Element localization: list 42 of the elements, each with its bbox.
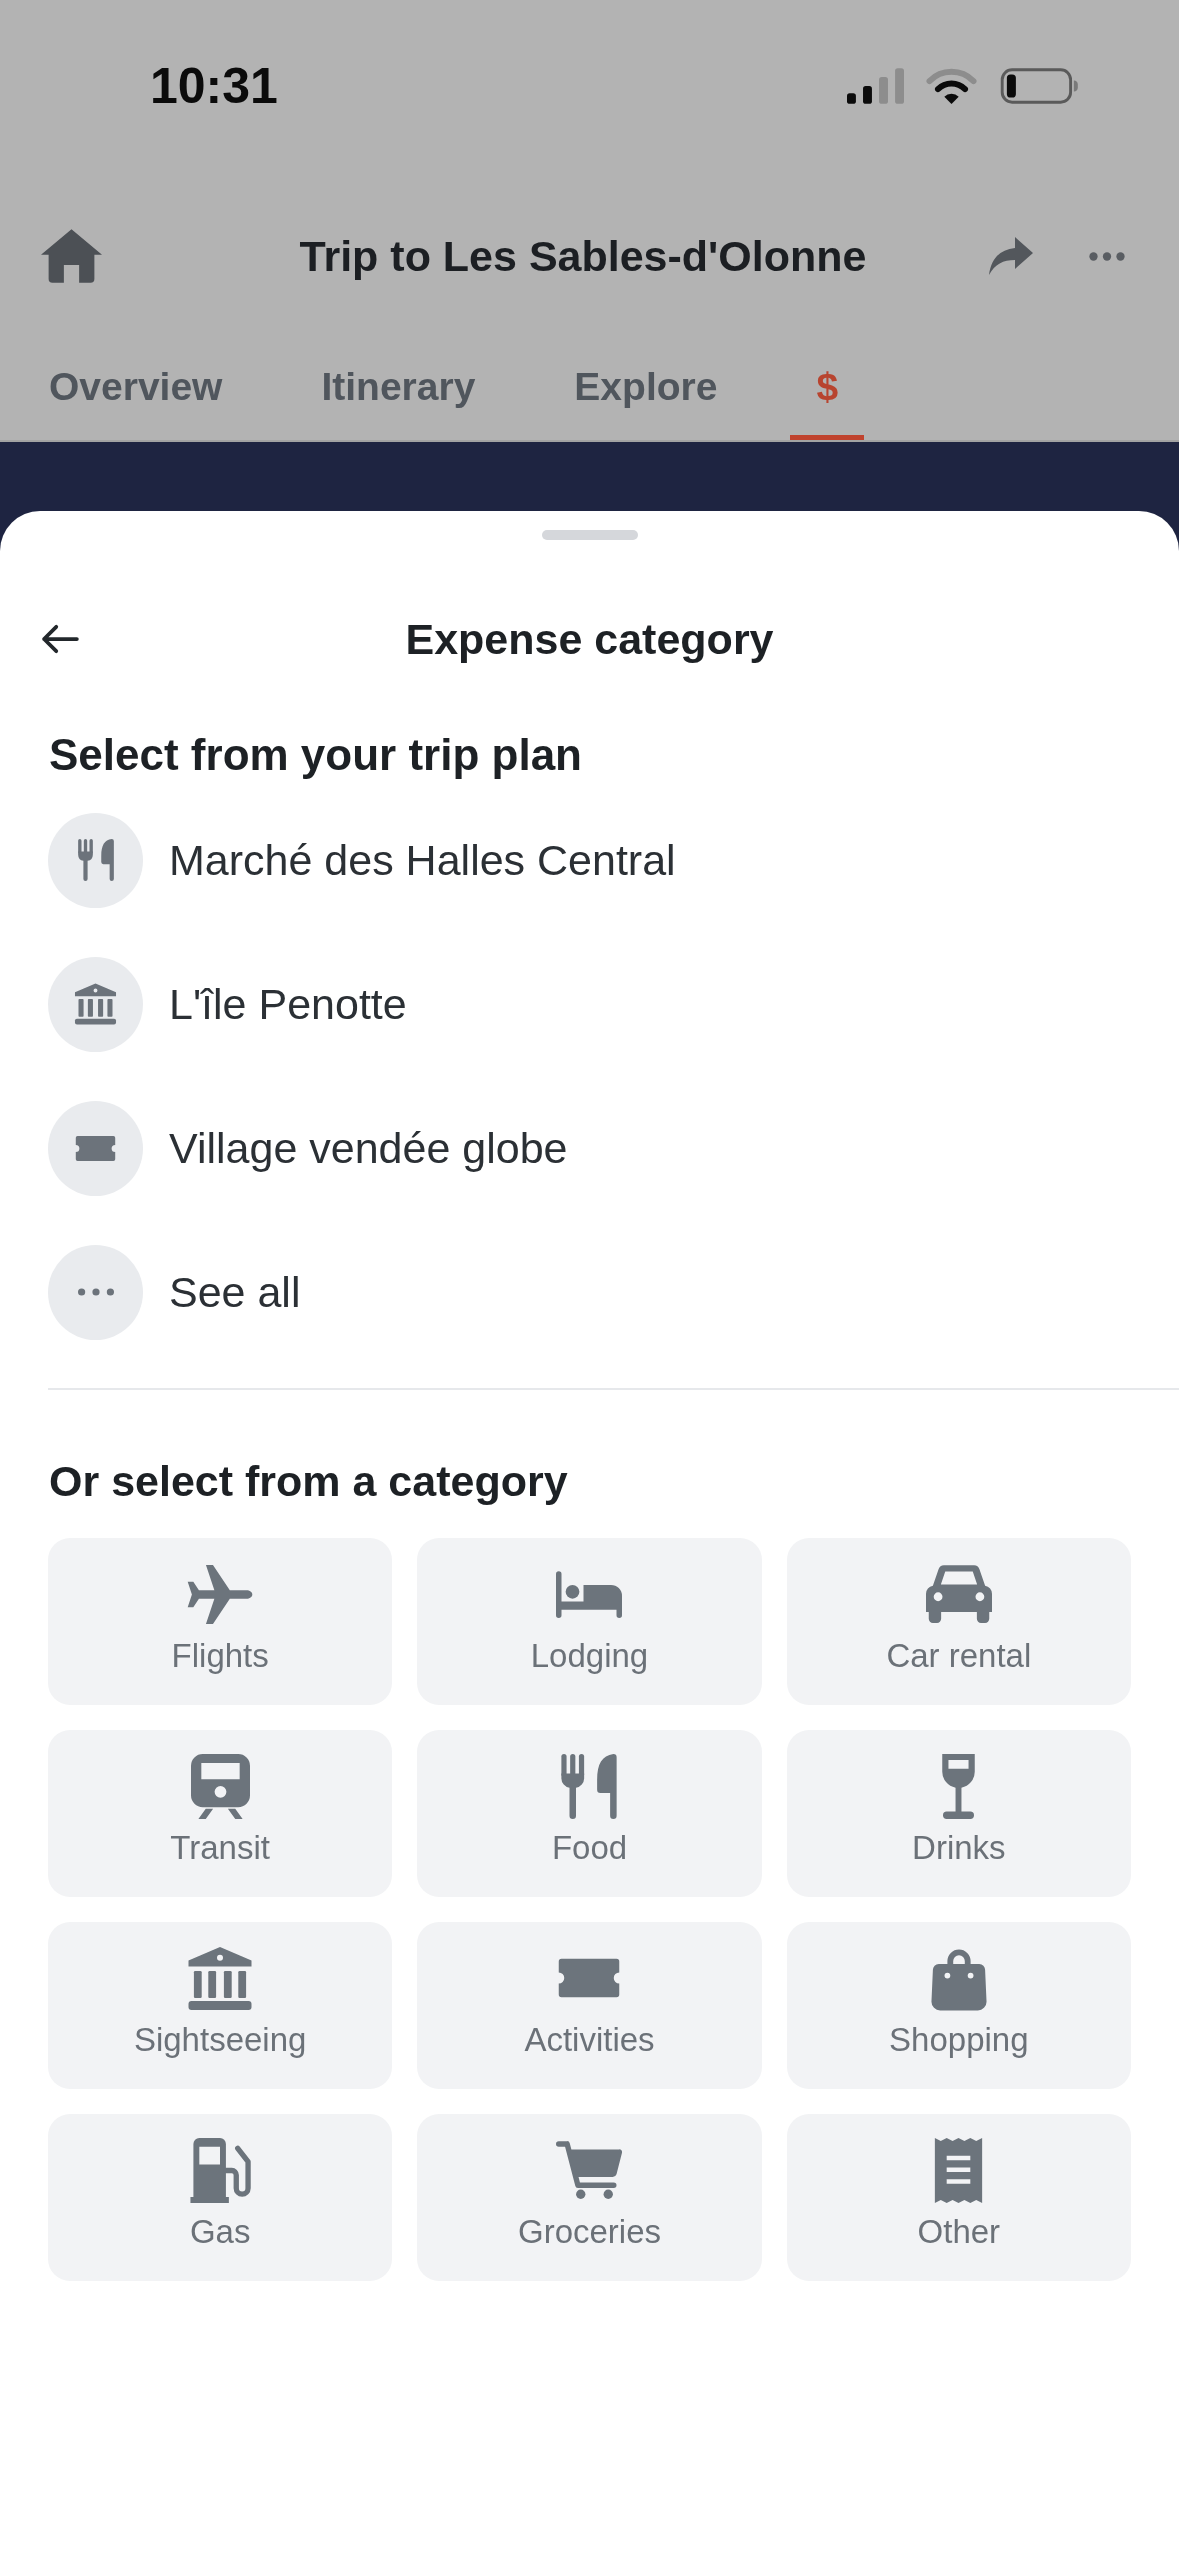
category-tile[interactable]: Sightseeing	[48, 1922, 393, 2089]
category-tile[interactable]: Lodging	[417, 1538, 762, 1705]
sheet-title: Expense category	[405, 614, 774, 665]
trip-plan-item[interactable]: Marché des Halles Central	[48, 788, 676, 932]
more-icon[interactable]	[1089, 251, 1125, 261]
section-heading: Or select from a category	[49, 1456, 568, 1507]
fork-knife-icon	[560, 1753, 619, 1819]
drag-handle[interactable]	[541, 530, 638, 540]
category-tile[interactable]: Transit	[48, 1730, 393, 1897]
battery-icon	[999, 68, 1081, 104]
fuel-pump-icon	[187, 2137, 254, 2203]
receipt-icon	[934, 2137, 984, 2203]
train-icon	[190, 1753, 250, 1819]
trip-plan-item[interactable]: See all	[48, 1220, 301, 1364]
category-tile[interactable]: Gas	[48, 2114, 393, 2281]
category-tile[interactable]: Car rental	[786, 1538, 1131, 1705]
section-heading: Select from your trip plan	[49, 729, 582, 781]
wine-glass-icon	[940, 1753, 978, 1819]
category-tile[interactable]: Shopping	[786, 1922, 1131, 2089]
category-tile[interactable]: Food	[417, 1730, 762, 1897]
shopping-cart-icon	[556, 2141, 623, 2199]
home-icon[interactable]	[41, 229, 102, 283]
category-tile[interactable]: Other	[786, 2114, 1131, 2281]
category-tile[interactable]: Drinks	[786, 1730, 1131, 1897]
status-time: 10:31	[150, 61, 278, 111]
columned-building-icon	[187, 1945, 254, 2011]
tab[interactable]: Explore	[548, 340, 744, 440]
back-arrow-icon[interactable]	[41, 624, 79, 654]
trip-plan-item[interactable]: L'île Penotte	[48, 932, 407, 1076]
category-tile[interactable]: Activities	[417, 1922, 762, 2089]
trip-plan-item[interactable]: Village vendée globe	[48, 1076, 568, 1220]
car-icon	[925, 1565, 992, 1623]
wifi-icon	[926, 68, 977, 104]
category-tile[interactable]: Flights	[48, 1538, 393, 1705]
tab[interactable]: Overview	[23, 340, 249, 440]
bed-icon	[556, 1570, 623, 1618]
share-icon[interactable]	[989, 237, 1033, 275]
signal-icon	[847, 68, 904, 104]
trip-title: Trip to Les Sables-d'Olonne	[299, 231, 867, 282]
tab[interactable]: Itinerary	[295, 340, 502, 440]
airplane-icon	[186, 1564, 255, 1624]
category-tile[interactable]: Groceries	[417, 2114, 762, 2281]
